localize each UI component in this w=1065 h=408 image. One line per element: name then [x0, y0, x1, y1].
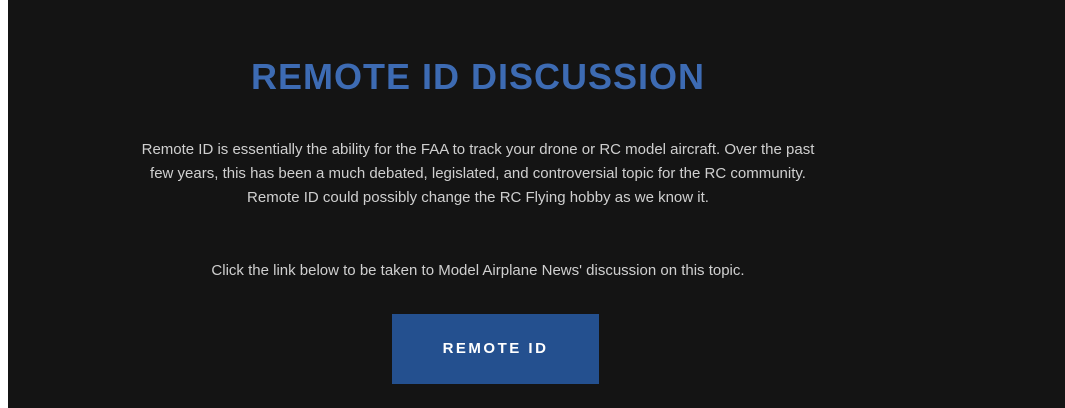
section-content: REMOTE ID DISCUSSION Remote ID is essent… — [8, 0, 948, 408]
remote-id-button[interactable]: REMOTE ID — [392, 314, 599, 384]
cta-text: Click the link below to be taken to Mode… — [211, 262, 745, 279]
description-line-2: few years, this has been a much debated,… — [150, 165, 806, 182]
remote-id-section: REMOTE ID DISCUSSION Remote ID is essent… — [8, 0, 1065, 408]
section-description: Remote ID is essentially the ability for… — [8, 138, 948, 210]
description-line-1: Remote ID is essentially the ability for… — [141, 141, 815, 158]
description-line-3: Remote ID could possibly change the RC F… — [247, 189, 709, 206]
section-title: REMOTE ID DISCUSSION — [250, 56, 706, 97]
